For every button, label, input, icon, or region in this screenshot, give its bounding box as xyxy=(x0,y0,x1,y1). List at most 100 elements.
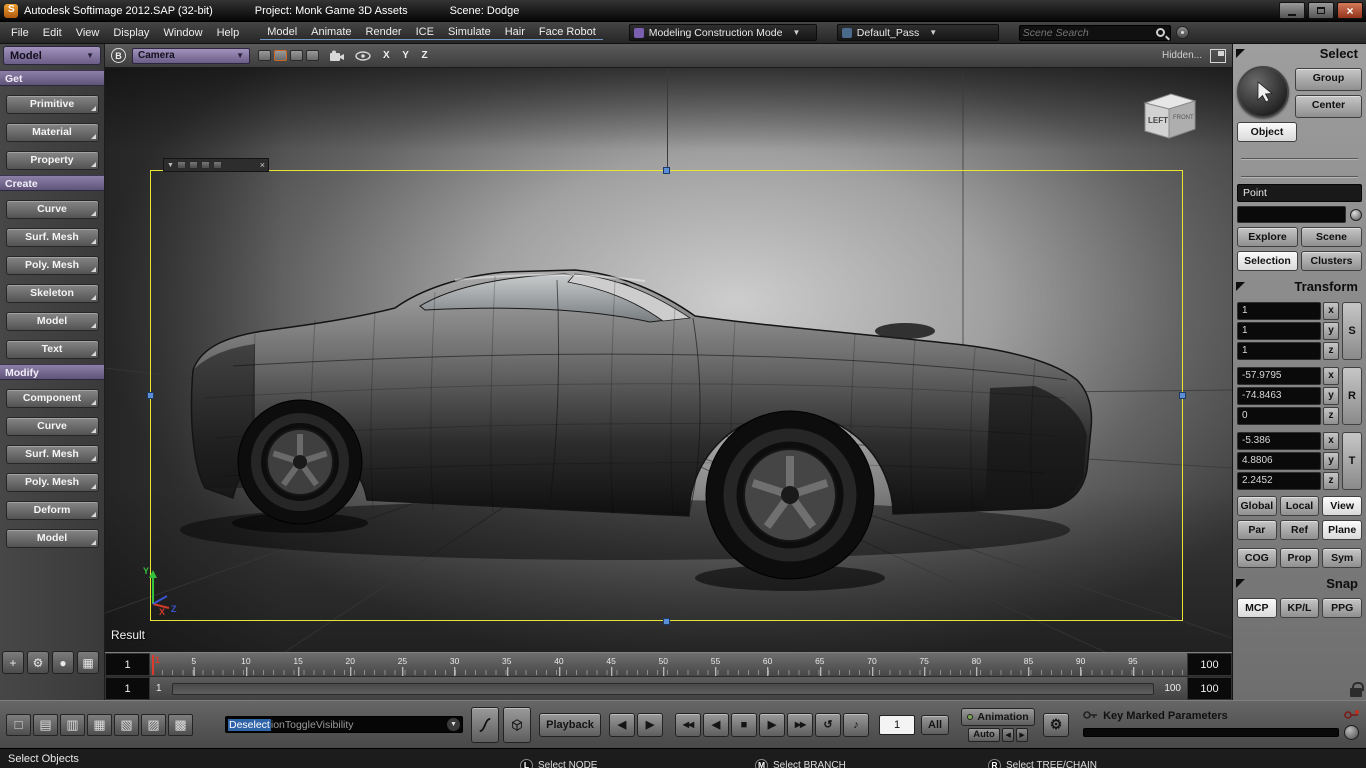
transport-loop-button[interactable]: ↺ xyxy=(815,712,841,737)
all-frames-button[interactable]: All xyxy=(921,714,950,735)
layout-grid-icon[interactable]: ▦ xyxy=(87,713,112,736)
toolbar-button-text[interactable]: Text xyxy=(5,340,99,359)
frame-handle-top[interactable] xyxy=(663,167,670,174)
display-swatch-1[interactable] xyxy=(258,50,271,61)
transform-value-r-y[interactable]: -74.8463 xyxy=(1237,387,1321,405)
toolbar-button-skeleton[interactable]: Skeleton xyxy=(5,284,99,303)
transform-tool-icon[interactable]: + xyxy=(2,651,24,674)
menu-view[interactable]: View xyxy=(69,25,107,41)
next-key-button[interactable]: ▶ xyxy=(1016,727,1029,742)
virtual-slider-knob[interactable] xyxy=(1344,725,1360,740)
object-button[interactable]: Object xyxy=(1237,122,1297,142)
menu-render[interactable]: Render xyxy=(358,24,409,40)
settings-gear-button[interactable]: ⚙ xyxy=(1043,712,1070,737)
axis-button-r-z[interactable]: z xyxy=(1323,407,1339,425)
menu-hair[interactable]: Hair xyxy=(497,24,532,40)
transport-step-forward-button[interactable]: ▶ xyxy=(637,712,663,737)
transform-value-r-x[interactable]: -57.9795 xyxy=(1237,367,1321,385)
transform-value-t-z[interactable]: 2.2452 xyxy=(1237,472,1321,490)
marked-param-slider[interactable] xyxy=(1083,728,1340,737)
transform-value-r-z[interactable]: 0 xyxy=(1237,407,1321,425)
menu-file[interactable]: File xyxy=(4,25,36,41)
toolbar-button-poly-mesh[interactable]: Poly. Mesh xyxy=(5,256,99,275)
autokey-button[interactable]: Auto xyxy=(968,727,1001,742)
memo-close-icon[interactable] xyxy=(260,161,265,170)
lock-icon[interactable] xyxy=(1350,682,1364,697)
transport-last-frame-button[interactable]: ▶▶ xyxy=(787,712,813,737)
space-button-local[interactable]: Local xyxy=(1279,496,1320,516)
transport-stop-button[interactable]: ■ xyxy=(731,712,757,737)
layout-single-icon[interactable]: □ xyxy=(6,713,31,736)
range-end-field[interactable]: 100 xyxy=(1187,677,1232,700)
clusters-button[interactable]: Clusters xyxy=(1301,251,1362,271)
minimize-button[interactable] xyxy=(1279,2,1305,19)
transform-key-r[interactable]: R xyxy=(1342,367,1362,425)
set-key-icon[interactable] xyxy=(1344,709,1360,722)
transport-step-back-button[interactable]: ◀ xyxy=(609,712,635,737)
memo-collapse-icon[interactable]: ▼ xyxy=(167,162,174,169)
current-frame-field[interactable]: 1 xyxy=(879,714,915,735)
hidden-display-label[interactable]: Hidden... xyxy=(1162,50,1202,61)
toolbar-button-curve[interactable]: Curve xyxy=(5,417,99,436)
snap-button-mcp[interactable]: MCP xyxy=(1237,598,1277,618)
axis-button-s-y[interactable]: y xyxy=(1323,322,1339,340)
timeline-ruler[interactable]: 1 5 10 15 20 25 30 35 40 45 50 55 60 65 70 75 80 85 90 95 xyxy=(151,653,1185,676)
timeline-end-field[interactable]: 100 xyxy=(1187,653,1232,676)
prev-key-button[interactable]: ◀ xyxy=(1002,727,1015,742)
extra-button-prop[interactable]: Prop xyxy=(1279,548,1320,568)
toolbar-button-model[interactable]: Model xyxy=(5,529,99,548)
menu-face-robot[interactable]: Face Robot xyxy=(531,24,603,40)
layout-left-icon[interactable]: ▧ xyxy=(114,713,139,736)
render-pass-dropdown[interactable]: Default_Pass xyxy=(836,24,999,41)
pane-layout-icon[interactable]: ▦ xyxy=(77,651,99,674)
render-region-icon[interactable]: ● xyxy=(52,651,74,674)
toolbar-button-surf-mesh[interactable]: Surf. Mesh xyxy=(5,445,99,464)
range-slider[interactable] xyxy=(171,682,1155,695)
group-button[interactable]: Group xyxy=(1295,68,1362,91)
layout-cols-icon[interactable]: ▥ xyxy=(60,713,85,736)
xyz-axis-buttons[interactable]: X Y Z xyxy=(383,50,433,61)
command-dropdown-icon[interactable] xyxy=(447,718,460,731)
memo-slot-3[interactable] xyxy=(200,161,210,169)
scene-button[interactable]: Scene xyxy=(1301,227,1362,247)
maximize-button[interactable] xyxy=(1308,2,1334,19)
toolbar-button-material[interactable]: Material xyxy=(5,123,99,142)
scene-search-input[interactable] xyxy=(1022,26,1154,39)
key-marked-parameters-label[interactable]: Key Marked Parameters xyxy=(1103,710,1339,722)
ref-button-ref[interactable]: Ref xyxy=(1279,520,1320,540)
layout-mixed-icon[interactable]: ▩ xyxy=(168,713,193,736)
filter-sphere-icon[interactable] xyxy=(1350,208,1362,221)
ref-button-plane[interactable]: Plane xyxy=(1322,520,1363,540)
point-filter-dropdown[interactable]: Point xyxy=(1237,184,1362,202)
axis-button-s-x[interactable]: x xyxy=(1323,302,1339,320)
viewport-b-badge[interactable]: B xyxy=(111,48,126,63)
transform-value-t-y[interactable]: 4.8806 xyxy=(1237,452,1321,470)
transport-prev-frame-button[interactable]: ◀ xyxy=(703,712,729,737)
transform-key-s[interactable]: S xyxy=(1342,302,1362,360)
frame-handle-left[interactable] xyxy=(147,392,154,399)
toolbar-button-poly-mesh[interactable]: Poly. Mesh xyxy=(5,473,99,492)
axis-button-r-y[interactable]: y xyxy=(1323,387,1339,405)
selection-button[interactable]: Selection xyxy=(1237,251,1298,271)
toolbar-button-primitive[interactable]: Primitive xyxy=(5,95,99,114)
transport-first-frame-button[interactable]: ◀◀ xyxy=(675,712,701,737)
toolbar-module-dropdown[interactable]: Model xyxy=(3,46,101,65)
current-frame-marker[interactable]: 1 xyxy=(151,655,160,675)
toolbar-button-surf-mesh[interactable]: Surf. Mesh xyxy=(5,228,99,247)
close-button[interactable] xyxy=(1337,2,1363,19)
axis-button-t-z[interactable]: z xyxy=(1323,472,1339,490)
axis-button-r-x[interactable]: x xyxy=(1323,367,1339,385)
animation-menu-button[interactable]: Animation xyxy=(961,707,1036,726)
transport-play-button[interactable]: ▶ xyxy=(759,712,785,737)
toolbar-button-deform[interactable]: Deform xyxy=(5,501,99,520)
transform-value-s-z[interactable]: 1 xyxy=(1237,342,1321,360)
maximize-viewport-icon[interactable] xyxy=(1210,48,1226,63)
extra-button-sym[interactable]: Sym xyxy=(1322,548,1363,568)
camera-view-dropdown[interactable]: Camera xyxy=(132,47,250,64)
select-arrow-button[interactable] xyxy=(1237,66,1289,118)
toolbar-button-model[interactable]: Model xyxy=(5,312,99,331)
transform-key-t[interactable]: T xyxy=(1342,432,1362,490)
script-editor-button[interactable] xyxy=(471,706,499,743)
transform-value-s-y[interactable]: 1 xyxy=(1237,322,1321,340)
transform-value-t-x[interactable]: -5.386 xyxy=(1237,432,1321,450)
